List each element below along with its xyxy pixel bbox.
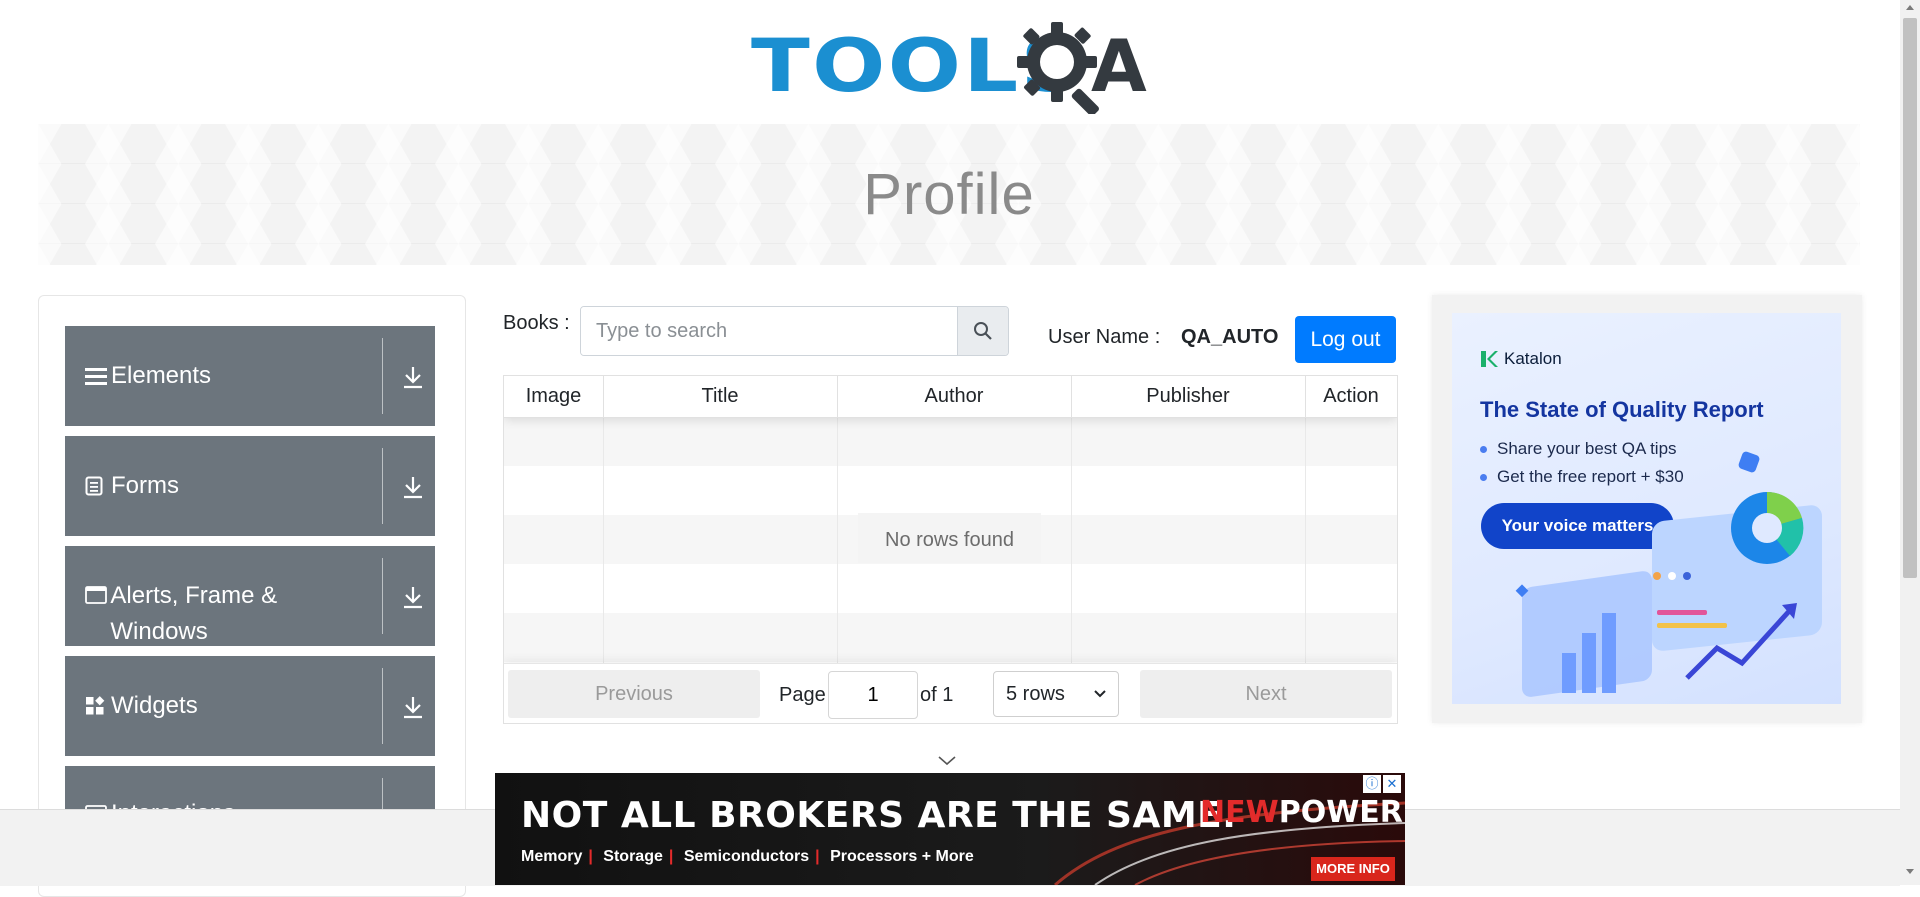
- rows-per-page-select[interactable]: 5 rows: [993, 671, 1119, 717]
- column-divider: [603, 417, 604, 665]
- window-icon: [85, 586, 110, 604]
- search-icon: [974, 322, 992, 340]
- nav-group-forms[interactable]: Forms: [65, 436, 435, 536]
- previous-button[interactable]: Previous: [508, 670, 760, 718]
- download-arrow-icon[interactable]: [401, 474, 425, 500]
- ad-info-icon[interactable]: ⓘ: [1363, 775, 1381, 793]
- chevron-down-icon: [1094, 690, 1106, 698]
- download-arrow-icon[interactable]: [401, 364, 425, 390]
- ad-category: Semiconductors: [683, 848, 810, 865]
- empty-table-message: No rows found: [858, 513, 1041, 563]
- document-icon: [85, 476, 111, 496]
- nav-group-label: Forms: [111, 472, 179, 499]
- chevron-down-icon[interactable]: [937, 755, 957, 767]
- ad-illustration: [1515, 451, 1822, 697]
- column-divider: [1305, 417, 1306, 665]
- search-button[interactable]: [957, 307, 1008, 355]
- ad-categories: Memory | Storage | Semiconductors | Process…: [521, 848, 974, 865]
- table-row: [504, 564, 1397, 613]
- books-table: Image Title Author Publisher Action No r…: [503, 375, 1398, 724]
- ad-card[interactable]: Katalon The State of Quality Report Shar…: [1452, 313, 1841, 704]
- close-icon[interactable]: ✕: [1383, 775, 1401, 793]
- column-header-author[interactable]: Author: [837, 376, 1072, 417]
- page-label: Page: [779, 684, 826, 706]
- nav-group-widgets[interactable]: Widgets: [65, 656, 435, 756]
- table-row: [504, 466, 1397, 515]
- rows-per-page-value: 5 rows: [1006, 682, 1065, 705]
- widgets-icon: [85, 696, 111, 716]
- divider: [382, 338, 383, 414]
- nav-group-elements[interactable]: Elements: [65, 326, 435, 426]
- divider: [382, 558, 383, 634]
- table-row: [504, 613, 1397, 662]
- column-header-action[interactable]: Action: [1305, 376, 1397, 417]
- scroll-up-arrow-icon[interactable]: [1905, 3, 1915, 11]
- divider: [382, 668, 383, 744]
- scrollbar-thumb[interactable]: [1903, 18, 1917, 578]
- advertisement-bottom[interactable]: NOT ALL BROKERS ARE THE SAME. NEWPOWER M…: [495, 773, 1405, 885]
- table-row: [504, 417, 1397, 466]
- logout-button[interactable]: Log out: [1295, 316, 1396, 363]
- nav-group-label: Elements: [111, 362, 212, 389]
- nav-group-label: Alerts, Frame & Windows: [110, 582, 278, 645]
- vertical-scrollbar[interactable]: [1900, 0, 1920, 885]
- ad-brand-new: NEW: [1200, 795, 1279, 830]
- download-arrow-icon[interactable]: [401, 584, 425, 610]
- ad-headline: NOT ALL BROKERS ARE THE SAME.: [521, 795, 1237, 836]
- table-header: Image Title Author Publisher Action: [504, 376, 1397, 418]
- books-label-text: Books :: [503, 312, 570, 334]
- divider: [382, 448, 383, 524]
- nav-group-label: Widgets: [111, 692, 198, 719]
- toolsqa-logo[interactable]: TOOLS A: [751, 18, 1153, 114]
- download-arrow-icon[interactable]: [401, 694, 425, 720]
- advertisement-right[interactable]: Katalon The State of Quality Report Shar…: [1432, 295, 1862, 723]
- nav-group-alerts-frame-windows[interactable]: Alerts, Frame & Windows: [65, 546, 435, 646]
- page-number-input[interactable]: [828, 671, 918, 719]
- column-header-title[interactable]: Title: [603, 376, 838, 417]
- column-header-image[interactable]: Image: [504, 376, 604, 417]
- logo-text-a: A: [1091, 24, 1147, 108]
- scroll-down-arrow-icon[interactable]: [1905, 868, 1915, 876]
- ad-category: Processors + More: [830, 848, 974, 865]
- pagination: Previous Page of 1 5 rows Next: [504, 663, 1397, 723]
- left-panel: Elements Forms Alerts, Frame & Windows W…: [38, 295, 466, 897]
- ad-category: Storage: [603, 848, 663, 865]
- hamburger-icon: [85, 366, 111, 386]
- search-box: [580, 306, 1009, 356]
- ad-category: Memory: [521, 848, 583, 865]
- page-banner: Profile: [38, 124, 1860, 265]
- page-total-label: of 1: [920, 684, 954, 706]
- ad-brand-power: POWER: [1278, 795, 1403, 830]
- ad-more-info-button[interactable]: MORE INFO: [1311, 857, 1395, 881]
- next-button[interactable]: Next: [1140, 670, 1392, 718]
- ad-controls: ⓘ ✕: [1363, 775, 1401, 793]
- search-input[interactable]: [581, 307, 957, 355]
- column-header-publisher[interactable]: Publisher: [1071, 376, 1306, 417]
- user-name-label: User Name :: [1048, 326, 1161, 348]
- column-divider: [1071, 417, 1072, 665]
- ad-brand: NEWPOWER: [1200, 795, 1403, 830]
- column-divider: [837, 417, 838, 665]
- user-name-value: QA_AUTO: [1181, 326, 1279, 348]
- books-label: Books :: [503, 308, 570, 338]
- page-title: Profile: [863, 162, 1035, 227]
